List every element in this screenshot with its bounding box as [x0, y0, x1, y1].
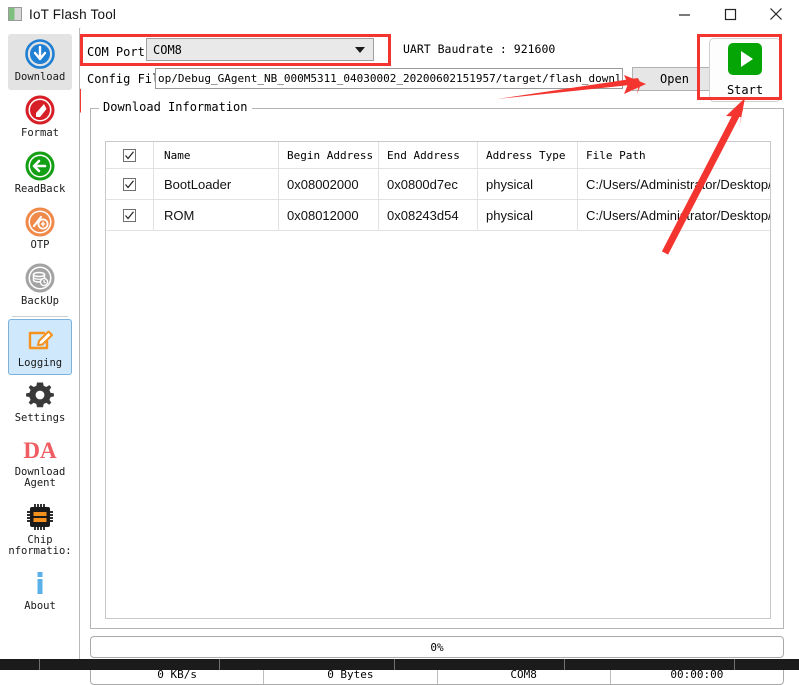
logging-pencil-icon — [24, 324, 56, 356]
sidebar-item-otp[interactable]: OTP — [0, 202, 80, 258]
cell-address-type: physical — [478, 169, 578, 199]
cell-begin-address: 0x08012000 — [279, 200, 379, 230]
cell-type-text: physical — [486, 177, 533, 192]
table-row[interactable]: BootLoader 0x08002000 0x0800d7ec physica… — [106, 169, 770, 200]
cell-file-path: C:/Users/Administrator/Desktop/Deb... — [578, 200, 770, 230]
settings-gear-icon — [24, 379, 56, 411]
sidebar-item-download-agent[interactable]: DA Download Agent — [0, 431, 80, 497]
download-information-table: Name Begin Address End Address Address T… — [105, 141, 771, 619]
sidebar-item-label: ReadBack — [15, 184, 66, 195]
config-file-input[interactable]: op/Debug_GAgent_NB_000M5311_04030002_202… — [155, 68, 623, 89]
row-checkbox-cell[interactable] — [106, 200, 154, 230]
annotation-box-start — [697, 34, 782, 100]
row-checkbox[interactable] — [123, 209, 136, 222]
about-info-icon — [24, 567, 56, 599]
header-name-text: Name — [164, 149, 191, 162]
cell-end-address: 0x0800d7ec — [379, 169, 478, 199]
header-address-type: Address Type — [478, 142, 578, 168]
maximize-button[interactable] — [707, 0, 753, 28]
sidebar-item-label: Logging — [18, 358, 62, 369]
header-begin-text: Begin Address — [287, 149, 373, 162]
table-row[interactable]: ROM 0x08012000 0x08243d54 physical C:/Us… — [106, 200, 770, 231]
select-all-checkbox[interactable] — [123, 149, 136, 162]
config-file-value: op/Debug_GAgent_NB_000M5311_04030002_202… — [158, 72, 623, 85]
download-circle-icon — [24, 38, 56, 70]
download-agent-da-icon: DA — [20, 435, 60, 465]
cell-end-address: 0x08243d54 — [379, 200, 478, 230]
header-end-address: End Address — [379, 142, 478, 168]
title-bar: IoT Flash Tool — [0, 0, 799, 29]
sidebar-item-label: Settings — [15, 413, 66, 424]
sidebar-item-label: Download — [15, 72, 66, 83]
cell-begin-text: 0x08012000 — [287, 208, 359, 223]
window-controls — [661, 0, 799, 28]
close-button[interactable] — [753, 0, 799, 28]
cell-begin-address: 0x08002000 — [279, 169, 379, 199]
sidebar-item-download[interactable]: Download — [8, 34, 72, 90]
cell-path-text: C:/Users/Administrator/Desktop/Deb... — [586, 208, 770, 223]
sidebar-item-format[interactable]: Format — [0, 90, 80, 146]
progress-bar: 0% — [90, 636, 784, 658]
format-erase-icon — [24, 94, 56, 126]
header-type-text: Address Type — [486, 149, 565, 162]
sidebar-item-label: OTP — [31, 240, 50, 251]
header-name: Name — [154, 142, 279, 168]
otp-lock-icon — [24, 206, 56, 238]
sidebar-item-label: BackUp — [21, 296, 59, 307]
cell-address-type: physical — [478, 200, 578, 230]
backup-database-icon — [24, 262, 56, 294]
sidebar-item-about[interactable]: About — [0, 563, 80, 619]
download-information-legend: Download Information — [99, 100, 252, 114]
cell-file-path: C:/Users/Administrator/Desktop/Deb... — [578, 169, 770, 199]
chip-icon — [24, 501, 56, 533]
select-all-cell[interactable] — [106, 142, 154, 168]
taskbar-strip — [0, 659, 799, 670]
cell-name: ROM — [154, 200, 279, 230]
sidebar-item-backup[interactable]: BackUp — [0, 258, 80, 314]
readback-arrow-icon — [24, 150, 56, 182]
app-icon — [8, 7, 22, 21]
sidebar-divider — [12, 316, 68, 317]
sidebar-item-label-line2: Agent — [24, 478, 56, 489]
sidebar-item-settings[interactable]: Settings — [0, 375, 80, 431]
annotation-box-com-port — [80, 34, 391, 66]
cell-end-text: 0x08243d54 — [387, 208, 459, 223]
progress-label: 0% — [430, 641, 443, 654]
cell-begin-text: 0x08002000 — [287, 177, 359, 192]
header-end-text: End Address — [387, 149, 460, 162]
sidebar-item-label-line2: nformatio: — [8, 546, 71, 557]
cell-name-text: ROM — [164, 208, 194, 223]
header-begin-address: Begin Address — [279, 142, 379, 168]
cell-type-text: physical — [486, 208, 533, 223]
sidebar-item-logging[interactable]: Logging — [8, 319, 72, 375]
row-checkbox[interactable] — [123, 178, 136, 191]
sidebar-item-readback[interactable]: ReadBack — [0, 146, 80, 202]
sidebar: Download Format ReadBack — [0, 28, 80, 659]
sidebar-item-chip-information[interactable]: Chip nformatio: — [0, 497, 80, 563]
header-path-text: File Path — [586, 149, 646, 162]
uart-baudrate-label: UART Baudrate : 921600 — [403, 42, 555, 56]
svg-text:DA: DA — [23, 438, 57, 463]
main-panel: COM Port COM8 UART Baudrate : 921600 Con… — [81, 28, 799, 659]
sidebar-item-label: Format — [21, 128, 59, 139]
sidebar-item-label: About — [24, 601, 56, 612]
table-header-row: Name Begin Address End Address Address T… — [106, 142, 770, 169]
cell-name: BootLoader — [154, 169, 279, 199]
row-checkbox-cell[interactable] — [106, 169, 154, 199]
window-title: IoT Flash Tool — [29, 7, 116, 22]
cell-name-text: BootLoader — [164, 177, 231, 192]
header-file-path: File Path — [578, 142, 770, 168]
cell-path-text: C:/Users/Administrator/Desktop/Deb... — [586, 177, 770, 192]
cell-end-text: 0x0800d7ec — [387, 177, 458, 192]
download-information-group: Name Begin Address End Address Address T… — [90, 108, 784, 629]
minimize-button[interactable] — [661, 0, 707, 28]
